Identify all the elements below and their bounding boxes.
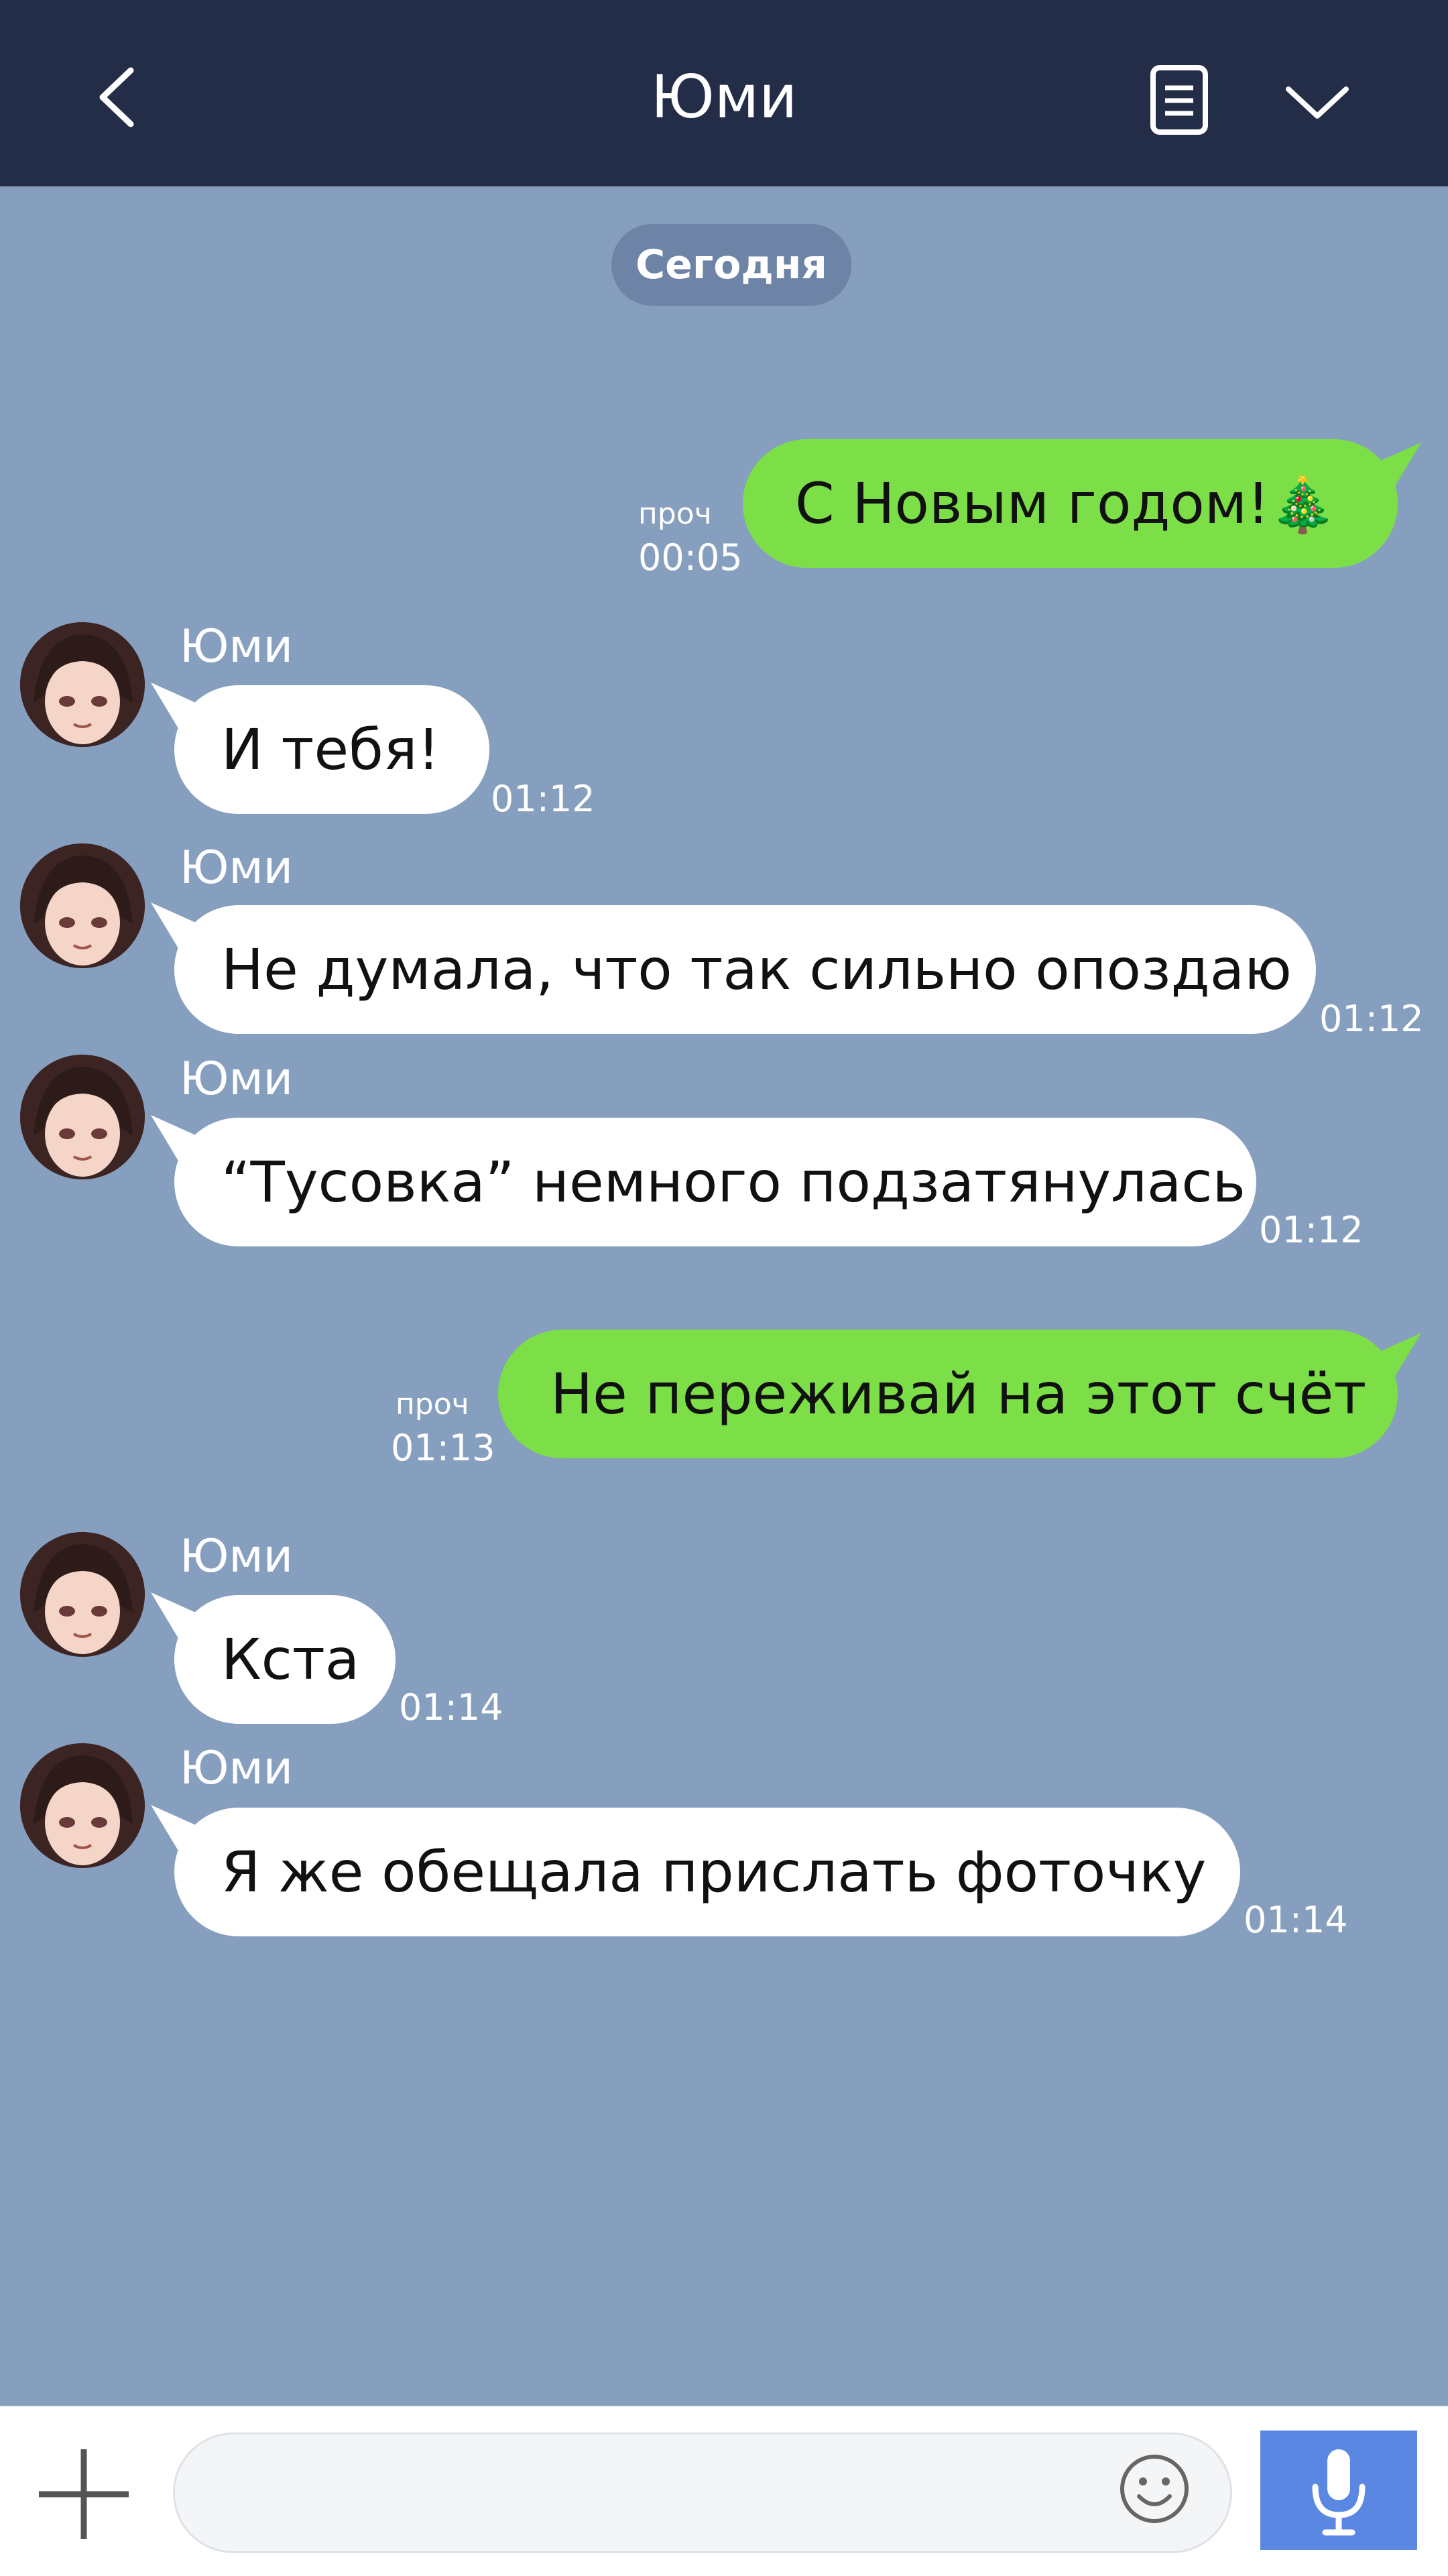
message-time: 01:14 <box>1244 1899 1348 1941</box>
message-time: 01:14 <box>399 1686 503 1729</box>
message-text: И тебя! <box>221 717 440 782</box>
avatar-image <box>20 1532 145 1657</box>
emoji-button[interactable] <box>1116 2451 1193 2528</box>
message-time: 01:12 <box>1259 1209 1364 1251</box>
message-input[interactable] <box>173 2433 1232 2553</box>
avatar-image <box>20 622 145 747</box>
message-text: “Тусовка” немного подзатянулась <box>221 1149 1246 1215</box>
voice-message-button[interactable] <box>1260 2431 1417 2550</box>
dropdown-button[interactable] <box>1274 64 1361 137</box>
avatar[interactable] <box>20 1055 145 1179</box>
christmas-tree-emoji: 🎄 <box>1269 473 1337 536</box>
attach-button[interactable] <box>34 2444 134 2544</box>
message-input-bar <box>0 2406 1448 2576</box>
message-text: Я же обещала прислать фоточку <box>221 1839 1207 1905</box>
avatar-image <box>20 1743 145 1868</box>
message-time: 01:12 <box>1319 998 1424 1040</box>
message-bubble-incoming[interactable]: Я же обещала прислать фоточку <box>174 1808 1240 1936</box>
avatar[interactable] <box>20 843 145 968</box>
message-bubble-incoming[interactable]: “Тусовка” немного подзатянулась <box>174 1118 1256 1246</box>
message-text: Не переживай на этот счёт <box>550 1361 1367 1427</box>
chat-title: Юми <box>650 62 798 131</box>
message-text: Кста <box>221 1627 360 1692</box>
message-bubble-outgoing[interactable]: Не переживай на этот счёт <box>498 1330 1398 1458</box>
chevron-down-icon <box>1286 86 1349 119</box>
avatar[interactable] <box>20 1743 145 1868</box>
sender-name: Юми <box>180 1530 293 1583</box>
notes-icon <box>1150 65 1208 135</box>
message-time: 00:05 <box>638 536 743 579</box>
avatar[interactable] <box>20 622 145 747</box>
message-bubble-incoming[interactable]: Кста <box>174 1595 396 1724</box>
plus-icon <box>39 2449 129 2539</box>
message-bubble-incoming[interactable]: И тебя! <box>174 685 489 814</box>
message-bubble-incoming[interactable]: Не думала, что так сильно опоздаю <box>174 905 1316 1034</box>
smiley-icon <box>1120 2455 1189 2523</box>
sender-name: Юми <box>180 1742 293 1795</box>
sender-name: Юми <box>180 1053 293 1106</box>
message-text: Не думала, что так сильно опоздаю <box>221 937 1292 1002</box>
avatar-image <box>20 1055 145 1179</box>
date-separator: Сегодня <box>611 224 851 306</box>
avatar-image <box>20 843 145 968</box>
chat-header: Юми <box>0 0 1448 186</box>
microphone-icon <box>1312 2449 1366 2536</box>
read-status: проч <box>638 497 712 531</box>
message-time: 01:13 <box>391 1427 495 1469</box>
read-status: проч <box>396 1387 469 1421</box>
message-text: С Новым годом! <box>795 471 1270 536</box>
message-time: 01:12 <box>491 778 595 820</box>
sender-name: Юми <box>180 620 293 673</box>
message-bubble-outgoing[interactable]: С Новым годом!🎄 <box>743 439 1398 568</box>
notes-button[interactable] <box>1140 64 1220 137</box>
sender-name: Юми <box>180 841 293 894</box>
avatar[interactable] <box>20 1532 145 1657</box>
